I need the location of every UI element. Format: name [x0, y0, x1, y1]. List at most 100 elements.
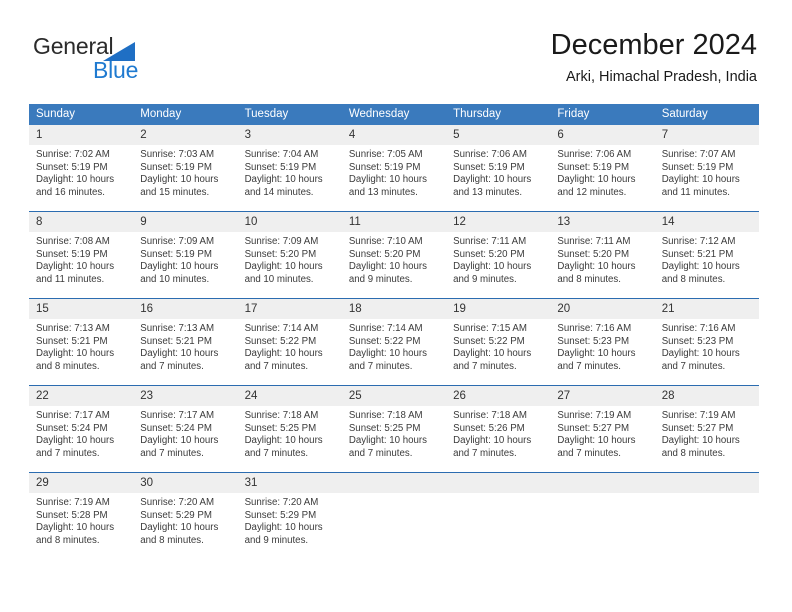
day-cell[interactable]: 26 Sunrise: 7:18 AM Sunset: 5:26 PM Dayl… [446, 385, 551, 473]
weekday-header-wednesday: Wednesday [341, 104, 447, 125]
daylight-text-line1: Daylight: 10 hours [244, 435, 323, 447]
daylight-text-line2: and 9 minutes. [244, 534, 309, 546]
sunrise-text: Sunrise: 7:20 AM [244, 497, 319, 508]
day-cell[interactable]: 16 Sunrise: 7:13 AM Sunset: 5:21 PM Dayl… [133, 298, 238, 386]
day-cell[interactable]: 23 Sunrise: 7:17 AM Sunset: 5:24 PM Dayl… [133, 385, 238, 473]
daylight-text-line1: Daylight: 10 hours [36, 174, 115, 186]
day-info: Sunrise: 7:20 AM Sunset: 5:29 PM Dayligh… [133, 493, 237, 547]
calendar-week-row: 8 Sunrise: 7:08 AM Sunset: 5:19 PM Dayli… [29, 211, 759, 299]
day-cell[interactable]: 25 Sunrise: 7:18 AM Sunset: 5:25 PM Dayl… [341, 385, 447, 473]
day-cell[interactable]: 18 Sunrise: 7:14 AM Sunset: 5:22 PM Dayl… [341, 298, 447, 386]
day-info: Sunrise: 7:16 AM Sunset: 5:23 PM Dayligh… [550, 319, 654, 373]
day-info: Sunrise: 7:05 AM Sunset: 5:19 PM Dayligh… [342, 145, 446, 199]
sunset-text: Sunset: 5:23 PM [557, 335, 630, 347]
daylight-text-line1: Daylight: 10 hours [453, 174, 532, 186]
weekday-header-thursday: Thursday [446, 104, 551, 125]
day-cell-empty [654, 472, 759, 559]
sunrise-sunset-calendar-table: Sunday Monday Tuesday Wednesday Thursday… [29, 104, 759, 559]
day-cell[interactable]: 5 Sunrise: 7:06 AM Sunset: 5:19 PM Dayli… [446, 125, 551, 212]
day-cell[interactable]: 6 Sunrise: 7:06 AM Sunset: 5:19 PM Dayli… [550, 125, 655, 212]
day-cell[interactable]: 1 Sunrise: 7:02 AM Sunset: 5:19 PM Dayli… [29, 125, 134, 212]
day-cell[interactable]: 22 Sunrise: 7:17 AM Sunset: 5:24 PM Dayl… [29, 385, 134, 473]
day-cell[interactable]: 21 Sunrise: 7:16 AM Sunset: 5:23 PM Dayl… [654, 298, 759, 386]
day-cell[interactable]: 30 Sunrise: 7:20 AM Sunset: 5:29 PM Dayl… [133, 472, 238, 559]
daylight-text-line2: and 7 minutes. [453, 447, 517, 459]
daylight-text-line2: and 10 minutes. [140, 273, 210, 285]
sunrise-text: Sunrise: 7:12 AM [661, 236, 736, 247]
day-cell[interactable]: 27 Sunrise: 7:19 AM Sunset: 5:27 PM Dayl… [550, 385, 655, 473]
day-cell[interactable]: 28 Sunrise: 7:19 AM Sunset: 5:27 PM Dayl… [654, 385, 759, 473]
sunrise-text: Sunrise: 7:09 AM [244, 236, 319, 247]
daylight-text-line1: Daylight: 10 hours [348, 174, 427, 186]
sunset-text: Sunset: 5:20 PM [453, 248, 525, 260]
day-cell[interactable]: 9 Sunrise: 7:09 AM Sunset: 5:19 PM Dayli… [133, 211, 238, 299]
day-number: 10 [237, 212, 342, 232]
weekday-header-row: Sunday Monday Tuesday Wednesday Thursday… [29, 104, 759, 125]
daylight-text-line1: Daylight: 10 hours [140, 174, 219, 186]
sunrise-text: Sunrise: 7:05 AM [348, 149, 423, 160]
day-info: Sunrise: 7:20 AM Sunset: 5:29 PM Dayligh… [238, 493, 342, 547]
sunrise-text: Sunrise: 7:18 AM [453, 410, 527, 421]
day-number: 4 [341, 125, 447, 145]
day-info: Sunrise: 7:09 AM Sunset: 5:20 PM Dayligh… [238, 232, 342, 286]
sunset-text: Sunset: 5:21 PM [661, 248, 734, 260]
sunset-text: Sunset: 5:28 PM [36, 509, 108, 521]
sunrise-text: Sunrise: 7:19 AM [661, 410, 736, 421]
day-cell[interactable]: 3 Sunrise: 7:04 AM Sunset: 5:19 PM Dayli… [237, 125, 342, 212]
sunset-text: Sunset: 5:21 PM [140, 335, 212, 347]
daylight-text-line2: and 7 minutes. [140, 447, 204, 459]
daylight-text-line2: and 8 minutes. [36, 534, 100, 546]
daylight-text-line2: and 7 minutes. [244, 360, 309, 372]
daylight-text-line2: and 8 minutes. [557, 273, 621, 285]
daylight-text-line1: Daylight: 10 hours [453, 348, 532, 360]
day-number: 11 [341, 212, 447, 232]
daylight-text-line1: Daylight: 10 hours [557, 174, 636, 186]
day-cell[interactable]: 2 Sunrise: 7:03 AM Sunset: 5:19 PM Dayli… [133, 125, 238, 212]
day-cell[interactable]: 8 Sunrise: 7:08 AM Sunset: 5:19 PM Dayli… [29, 211, 134, 299]
sunrise-text: Sunrise: 7:08 AM [36, 236, 110, 247]
daylight-text-line2: and 7 minutes. [453, 360, 517, 372]
day-cell[interactable]: 20 Sunrise: 7:16 AM Sunset: 5:23 PM Dayl… [550, 298, 655, 386]
sunrise-text: Sunrise: 7:13 AM [36, 323, 110, 334]
daylight-text-line1: Daylight: 10 hours [348, 435, 427, 447]
day-cell[interactable]: 12 Sunrise: 7:11 AM Sunset: 5:20 PM Dayl… [446, 211, 551, 299]
day-cell[interactable]: 11 Sunrise: 7:10 AM Sunset: 5:20 PM Dayl… [341, 211, 447, 299]
day-cell-empty [341, 472, 447, 559]
sunset-text: Sunset: 5:19 PM [36, 248, 108, 260]
daylight-text-line1: Daylight: 10 hours [36, 261, 115, 273]
daylight-text-line2: and 9 minutes. [453, 273, 517, 285]
page-header: General Blue December 2024 Arki, Himacha… [0, 0, 792, 100]
daylight-text-line1: Daylight: 10 hours [244, 174, 323, 186]
day-info: Sunrise: 7:18 AM Sunset: 5:26 PM Dayligh… [446, 406, 550, 460]
daylight-text-line1: Daylight: 10 hours [140, 348, 219, 360]
sunrise-text: Sunrise: 7:17 AM [36, 410, 110, 421]
sunrise-text: Sunrise: 7:13 AM [140, 323, 215, 334]
day-cell[interactable]: 13 Sunrise: 7:11 AM Sunset: 5:20 PM Dayl… [550, 211, 655, 299]
sunset-text: Sunset: 5:21 PM [36, 335, 108, 347]
day-cell[interactable]: 14 Sunrise: 7:12 AM Sunset: 5:21 PM Dayl… [654, 211, 759, 299]
sunset-text: Sunset: 5:24 PM [36, 422, 108, 434]
daylight-text-line2: and 16 minutes. [36, 186, 105, 198]
daylight-text-line1: Daylight: 10 hours [661, 261, 740, 273]
sunset-text: Sunset: 5:19 PM [36, 161, 108, 173]
day-cell[interactable]: 15 Sunrise: 7:13 AM Sunset: 5:21 PM Dayl… [29, 298, 134, 386]
day-info: Sunrise: 7:19 AM Sunset: 5:28 PM Dayligh… [29, 493, 133, 547]
sunrise-text: Sunrise: 7:07 AM [661, 149, 736, 160]
day-cell[interactable]: 31 Sunrise: 7:20 AM Sunset: 5:29 PM Dayl… [237, 472, 342, 559]
day-number: 20 [550, 299, 655, 319]
day-cell[interactable]: 29 Sunrise: 7:19 AM Sunset: 5:28 PM Dayl… [29, 472, 134, 559]
daylight-text-line2: and 8 minutes. [661, 273, 726, 285]
day-info: Sunrise: 7:13 AM Sunset: 5:21 PM Dayligh… [133, 319, 237, 373]
day-cell[interactable]: 17 Sunrise: 7:14 AM Sunset: 5:22 PM Dayl… [237, 298, 342, 386]
day-cell[interactable]: 7 Sunrise: 7:07 AM Sunset: 5:19 PM Dayli… [654, 125, 759, 212]
page-subtitle-location: Arki, Himachal Pradesh, India [566, 69, 757, 85]
day-cell[interactable]: 24 Sunrise: 7:18 AM Sunset: 5:25 PM Dayl… [237, 385, 342, 473]
daylight-text-line1: Daylight: 10 hours [661, 174, 740, 186]
daylight-text-line1: Daylight: 10 hours [348, 261, 427, 273]
sunset-text: Sunset: 5:20 PM [557, 248, 630, 260]
day-cell[interactable]: 10 Sunrise: 7:09 AM Sunset: 5:20 PM Dayl… [237, 211, 342, 299]
day-cell[interactable]: 19 Sunrise: 7:15 AM Sunset: 5:22 PM Dayl… [446, 298, 551, 386]
general-blue-logo[interactable]: General Blue [33, 33, 213, 85]
daylight-text-line2: and 7 minutes. [348, 447, 413, 459]
day-cell[interactable]: 4 Sunrise: 7:05 AM Sunset: 5:19 PM Dayli… [341, 125, 447, 212]
